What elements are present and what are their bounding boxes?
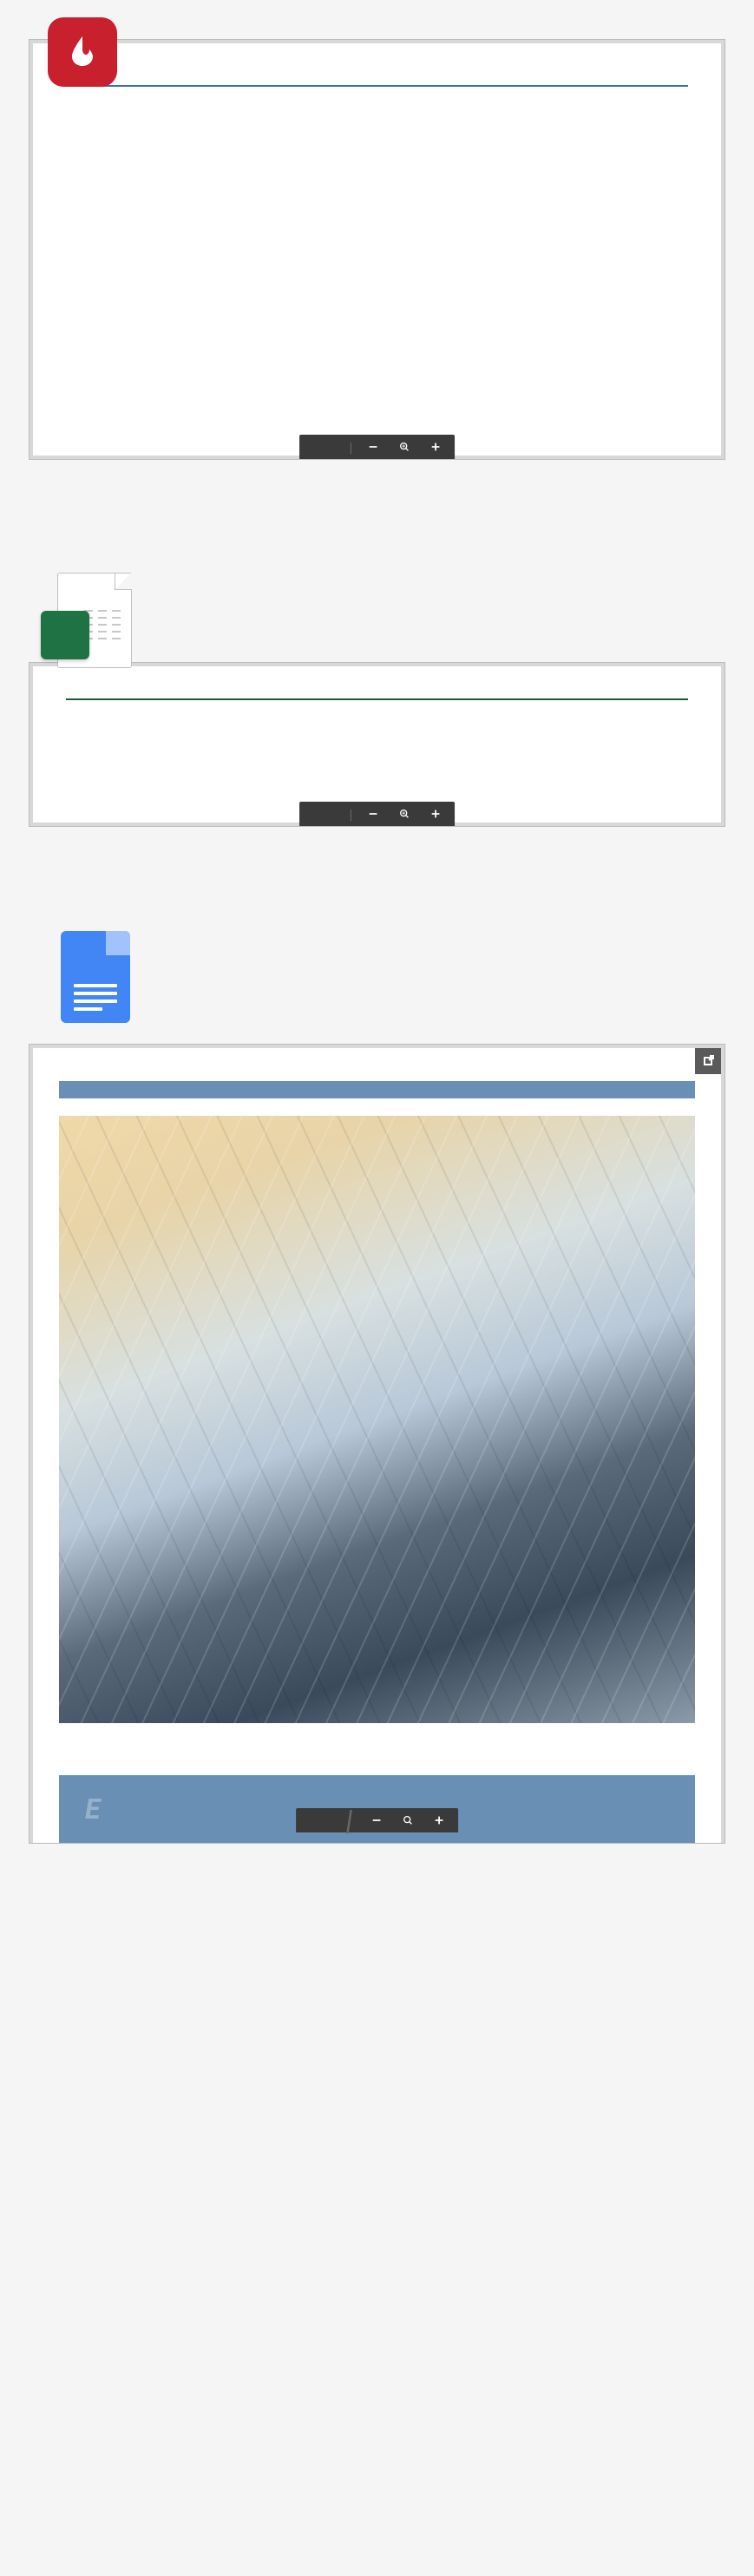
pdf-viewer: | — [29, 39, 725, 460]
docs-fold-icon — [106, 931, 130, 955]
docs-viewer: E | — [29, 1044, 725, 1844]
xlsx-page — [33, 666, 721, 823]
zoom-in-button[interactable] — [425, 436, 446, 457]
file-lines-icon — [84, 610, 121, 645]
docs-toolbar: | — [296, 1808, 459, 1832]
zoom-fit-button[interactable] — [397, 1810, 418, 1831]
popout-button[interactable] — [695, 1048, 721, 1074]
building-image — [59, 1116, 695, 1723]
inventory-total-row — [66, 703, 688, 719]
document-title — [66, 78, 688, 87]
inventory-title — [66, 697, 688, 700]
pdf-toolbar: | — [299, 435, 456, 459]
pdf-icon — [48, 17, 117, 87]
xlsx-viewer: | — [29, 662, 725, 827]
toolbar-divider: | — [350, 806, 353, 823]
banner-text-hidden: E — [85, 1793, 331, 1825]
docs-line-icon — [74, 1007, 102, 1011]
adobe-pdf-icon — [65, 34, 100, 69]
pdf-page — [33, 43, 721, 456]
zoom-out-button[interactable] — [363, 803, 384, 824]
toolbar-divider: | — [350, 439, 353, 456]
zoom-fit-button[interactable] — [394, 436, 415, 457]
zoom-in-button[interactable] — [425, 803, 446, 824]
sample-banner: E | — [59, 1775, 695, 1843]
docs-line-icon — [74, 1000, 117, 1003]
docs-line-icon — [74, 992, 117, 995]
file-fold-icon — [115, 573, 132, 590]
google-docs-icon — [61, 931, 130, 1023]
docs-line-icon — [74, 984, 117, 987]
zoom-out-button[interactable] — [363, 436, 384, 457]
zoom-in-button[interactable] — [429, 1810, 449, 1831]
zoom-out-button[interactable] — [366, 1810, 387, 1831]
pdf-section: | — [0, 0, 754, 460]
xlsx-toolbar: | — [299, 802, 456, 826]
excel-badge-icon — [41, 611, 89, 659]
toolbar-divider: | — [346, 1804, 357, 1837]
xlsx-section: | — [0, 547, 754, 827]
zoom-fit-button[interactable] — [394, 803, 415, 824]
docs-page: E | — [33, 1048, 721, 1843]
heading-1 — [59, 1081, 695, 1098]
xlsx-file-icon — [41, 573, 132, 685]
docs-section: E | — [0, 914, 754, 1844]
